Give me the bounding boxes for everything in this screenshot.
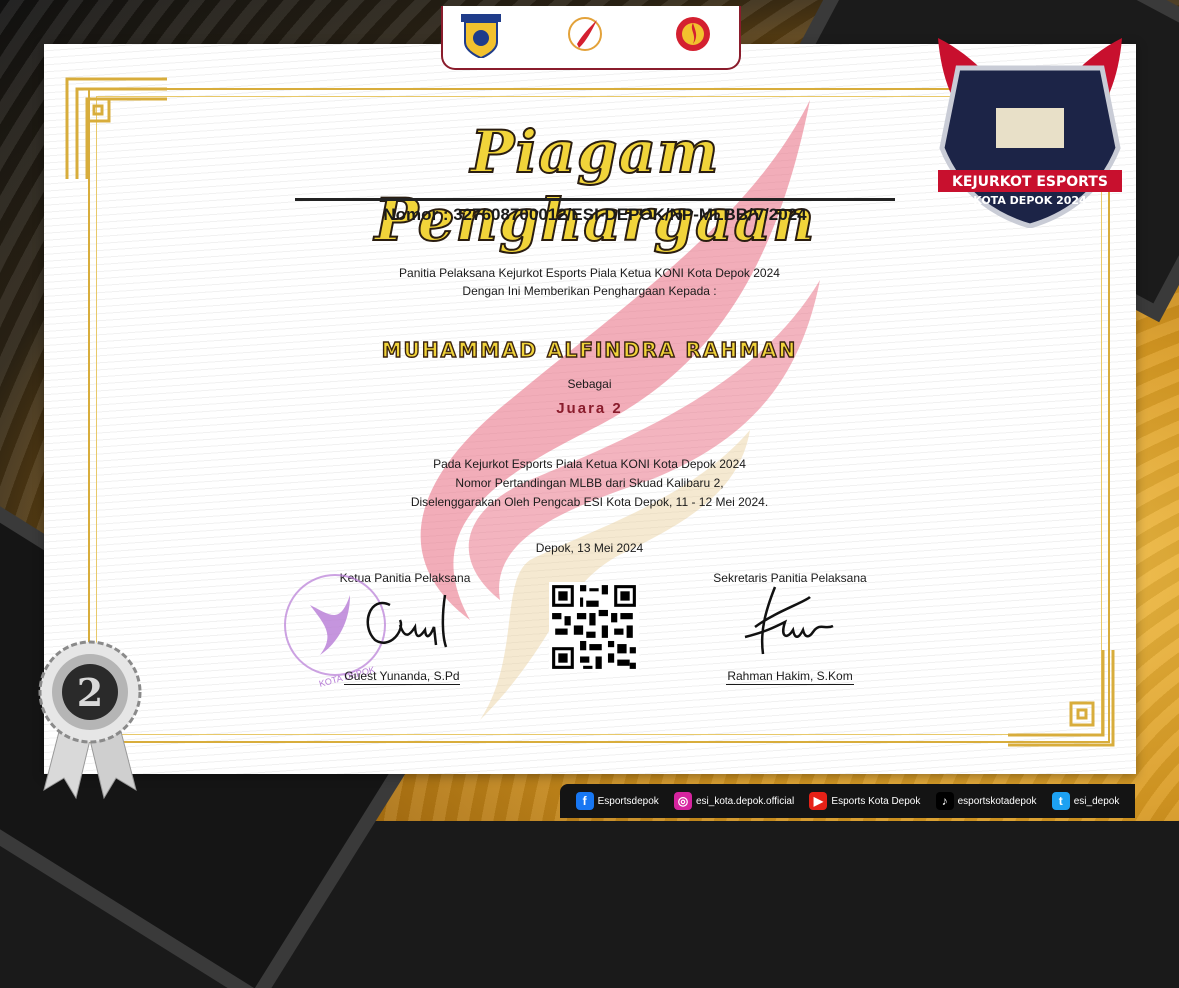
medal-rank: 2 (77, 670, 103, 715)
social-link-label: Esports Kota Depok (831, 795, 921, 807)
description-line-3: Diselenggarakan Oleh Pengcab ESI Kota De… (410, 495, 769, 509)
recipient-name: MUHAMMAD ALFINDRA RAHMAN (381, 337, 798, 362)
right-signature (744, 586, 834, 655)
certificate-number: Nomor : 327608700012/ESI-DEPOK/NP-MLBB/V… (383, 205, 807, 224)
certificate-title: Piagam Penghargaan (374, 117, 816, 255)
sponsor-logo-tab (441, 6, 741, 70)
social-link-youtube[interactable]: ▶ Esports Kota Depok (809, 792, 920, 810)
corner-ornament-top-left (65, 77, 167, 179)
title-underline (295, 198, 895, 201)
social-link-tiktok[interactable]: ♪ esportskotadepok (935, 792, 1037, 810)
emblem-subtitle: KOTA DEPOK 2024 (973, 194, 1087, 207)
left-signer-name: Guest Yunanda, S.Pd (344, 669, 460, 685)
award-title: Juara 2 (556, 400, 623, 417)
esi-logo (568, 17, 602, 51)
kota-depok-logo (461, 14, 501, 58)
social-link-label: esportskotadepok (957, 795, 1037, 807)
corner-ornament-bottom-right (1008, 650, 1115, 747)
description-line-1: Pada Kejurkot Esports Piala Ketua KONI K… (433, 457, 746, 471)
intro-line-2: Dengan Ini Memberikan Penghargaan Kepada… (462, 284, 717, 298)
social-media-footer: f Esportsdepok ◎ esi_kota.depok.official ▶ Es… (560, 784, 1135, 818)
social-link-facebook[interactable]: f Esportsdepok (575, 792, 659, 810)
facebook-icon: f (575, 792, 594, 810)
verification-qr-code (549, 582, 639, 672)
intro-line-1: Panitia Pelaksana Kejurkot Esports Piala… (399, 266, 780, 280)
second-place-medal: 2 (38, 640, 142, 800)
left-signature (366, 594, 448, 648)
tiktok-icon: ♪ (935, 792, 954, 810)
instagram-icon: ◎ (673, 792, 692, 810)
description-line-2: Nomor Pertandingan MLBB dari Skuad Kalib… (455, 476, 724, 490)
social-link-instagram[interactable]: ◎ esi_kota.depok.official (673, 792, 795, 810)
kejurkot-esports-emblem: KEJURKOT ESPORTS KOTA DEPOK 2024 (938, 38, 1122, 228)
social-link-label: Esportsdepok (597, 795, 659, 807)
issue-date: Depok, 13 Mei 2024 (535, 541, 644, 555)
right-signer-name: Rahman Hakim, S.Kom (726, 669, 854, 685)
youtube-icon: ▶ (809, 792, 828, 810)
sebagai-label: Sebagai (567, 377, 612, 391)
social-link-label: esi_depok (1073, 795, 1120, 807)
twitter-icon: t (1051, 792, 1070, 810)
social-link-twitter[interactable]: t esi_depok (1051, 792, 1120, 810)
social-link-label: esi_kota.depok.official (695, 795, 795, 807)
koni-logo (676, 17, 710, 51)
emblem-title: KEJURKOT ESPORTS (952, 174, 1108, 190)
